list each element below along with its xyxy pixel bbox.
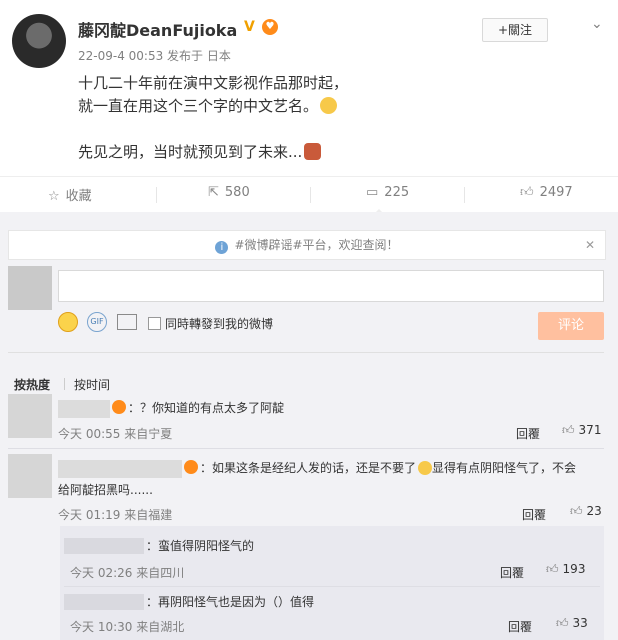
smile-emoji-icon <box>418 461 433 475</box>
repost-checkbox[interactable] <box>148 317 161 330</box>
sort-divider <box>64 378 65 390</box>
post-body: 十几二十年前在演中文影视作品那时起， 就一直在用这个三个字的中文艺名。 先见之明… <box>78 72 498 164</box>
like-button[interactable]: 👍︎ 2497 <box>520 185 573 200</box>
rumor-notice: i #微博辟谣#平台，欢迎查阅！ ✕ <box>8 230 606 260</box>
comment-meta: 今天 00:55 来自宁夏 <box>58 427 173 441</box>
replier-name[interactable] <box>64 538 144 554</box>
reply-like-button[interactable]: 👍︎ 33 <box>556 616 588 631</box>
like-count: 2497 <box>539 185 573 200</box>
action-divider <box>310 187 311 203</box>
comment-text: ：如果这条是经纪人发的话，还是不要了 显得有点阴阳怪气了，不会 <box>184 458 604 478</box>
reply-button[interactable]: 回覆 <box>522 506 546 523</box>
commenter-avatar[interactable] <box>8 454 52 498</box>
reply-like-button[interactable]: 👍︎ 193 <box>546 562 585 577</box>
repost-count: 580 <box>224 185 250 200</box>
vip-badge-icon: V <box>244 19 255 35</box>
favorite-button[interactable]: ☆ 收藏 <box>48 185 92 204</box>
chevron-down-icon[interactable]: ⌄ <box>591 16 603 32</box>
reply-meta: 今天 02:26 来自四川 <box>70 566 185 580</box>
reply-button[interactable]: 回覆 <box>508 618 532 635</box>
comment-input[interactable] <box>58 270 604 302</box>
bag-emoji-icon <box>304 143 322 160</box>
close-icon[interactable]: ✕ <box>585 231 595 259</box>
post-line: 就一直在用这个三个字的中文艺名。 <box>78 95 498 118</box>
comment-count: 225 <box>384 185 410 200</box>
fan-badge-icon: ♥ <box>262 19 278 35</box>
author-avatar[interactable] <box>12 14 66 68</box>
repost-checkbox-label[interactable]: 同時轉發到我的微博 <box>165 315 273 332</box>
thumbs-up-icon: 👍︎ <box>520 185 534 200</box>
star-icon: ☆ <box>48 189 60 204</box>
comment-icon: ▭ <box>366 185 379 200</box>
submit-comment-button[interactable]: 评论 <box>538 312 604 340</box>
reply-divider <box>64 586 600 587</box>
smile-emoji-icon <box>320 97 338 114</box>
reply-meta: 今天 10:30 来自湖北 <box>70 620 185 634</box>
my-avatar <box>8 266 52 310</box>
emoji-icon[interactable] <box>58 312 78 332</box>
reply-button[interactable]: 回覆 <box>516 425 540 442</box>
follow-button[interactable]: +關注 <box>482 18 548 42</box>
commenter-name[interactable] <box>58 400 110 418</box>
thumbs-up-icon: 👍︎ <box>546 562 559 576</box>
action-divider <box>464 187 465 203</box>
reply-button[interactable]: 回覆 <box>500 564 524 581</box>
fan-badge-icon <box>184 460 198 474</box>
comment-like-button[interactable]: 👍︎ 23 <box>570 504 602 519</box>
comment-button[interactable]: ▭ 225 <box>366 185 409 200</box>
info-icon: i <box>215 241 229 254</box>
comment-like-button[interactable]: 👍︎ 371 <box>562 423 601 438</box>
image-icon[interactable] <box>117 314 137 330</box>
reply-text: ：蛮值得阴阳怪气的 <box>146 539 255 553</box>
favorite-label: 收藏 <box>65 189 92 204</box>
post-meta: 22-09-4 00:53 发布于 日本 <box>78 49 231 63</box>
sort-by-time-tab[interactable]: 按时间 <box>74 376 110 393</box>
replier-name[interactable] <box>64 594 144 610</box>
commenter-name[interactable] <box>58 460 182 478</box>
gif-icon[interactable]: GIF <box>87 312 107 332</box>
comment-text: ：？你知道的有点太多了阿靛 <box>112 398 284 418</box>
post-line: 十几二十年前在演中文影视作品那时起， <box>78 74 349 92</box>
comment-divider <box>8 448 604 449</box>
repost-button[interactable]: ⇱ 580 <box>208 185 250 200</box>
action-divider <box>156 187 157 203</box>
comment-meta: 今天 01:19 来自福建 <box>58 508 173 522</box>
thumbs-up-icon: 👍︎ <box>556 616 569 630</box>
repost-icon: ⇱ <box>208 185 219 200</box>
reply-text: ：再阴阳怪气也是因为（）值得 <box>146 595 315 609</box>
notice-text[interactable]: #微博辟谣#平台，欢迎查阅！ <box>234 238 398 252</box>
sort-by-hot-tab[interactable]: 按热度 <box>14 376 50 393</box>
comment-text-continued: 给阿靛招黑吗...... <box>58 483 153 497</box>
action-bar: ☆ 收藏 ⇱ 580 ▭ 225 👍︎ 2497 <box>0 176 618 215</box>
author-name[interactable]: 藤冈靛DeanFujioka <box>78 17 237 41</box>
thumbs-up-icon: 👍︎ <box>570 504 583 518</box>
fan-badge-icon <box>112 400 126 414</box>
divider <box>8 352 604 353</box>
commenter-avatar[interactable] <box>8 394 52 438</box>
thumbs-up-icon: 👍︎ <box>562 423 575 437</box>
post-line-empty <box>78 118 498 141</box>
post-line: 先见之明，当时就预见到了未来... <box>78 141 498 164</box>
